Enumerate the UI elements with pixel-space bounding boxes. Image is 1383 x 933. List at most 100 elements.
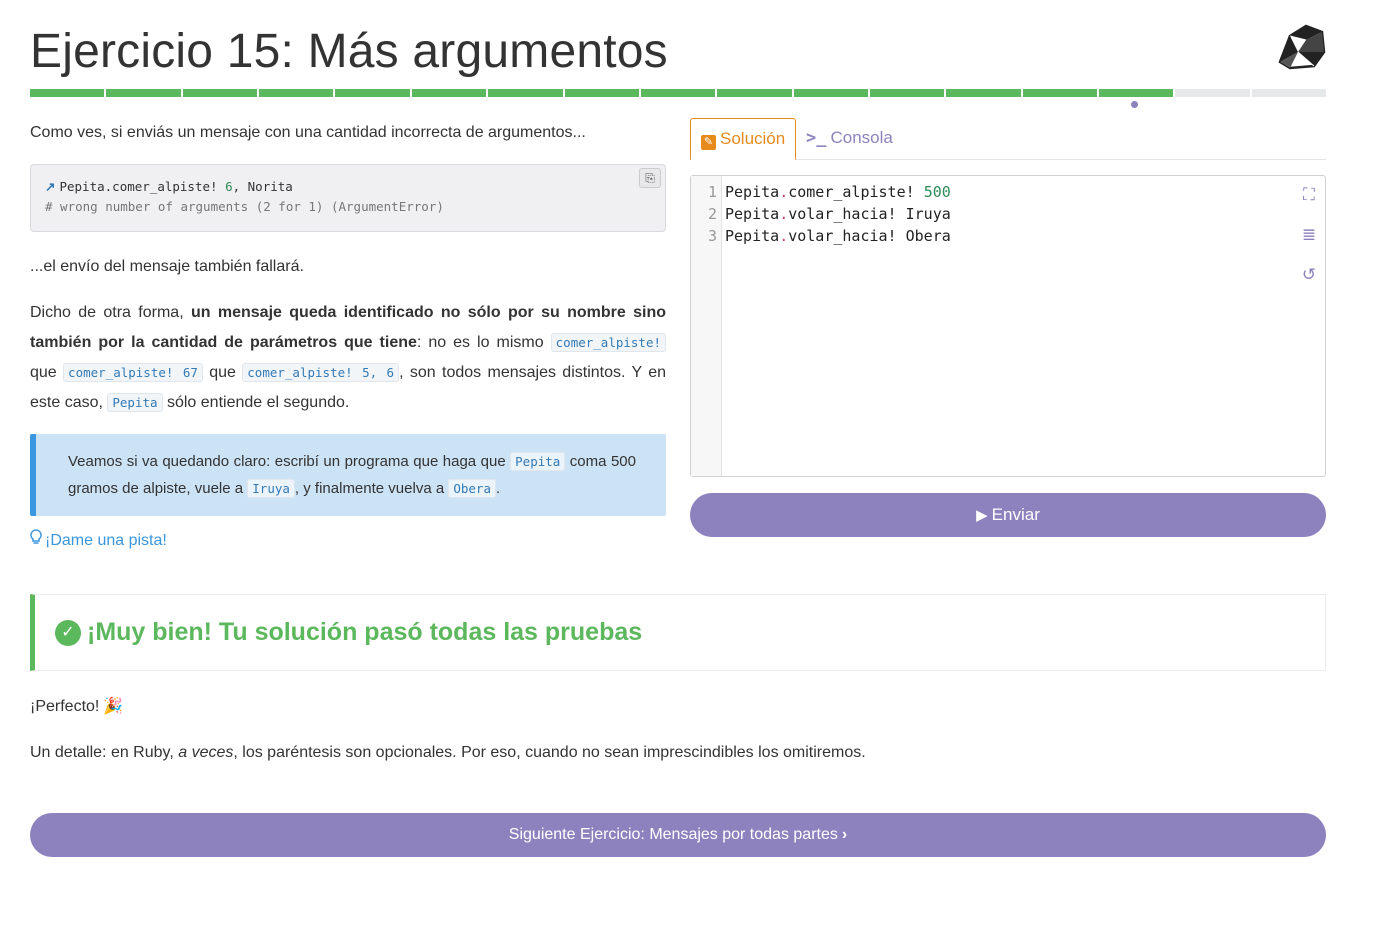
reset-icon[interactable]: ↺	[1299, 265, 1319, 285]
editor-line: 3 Pepita.volar_hacia! Obera	[691, 225, 1325, 247]
ruby-logo-icon	[1278, 24, 1326, 70]
perfect-text: ¡Perfecto! 🎉	[30, 692, 1326, 722]
emphasis-text: a veces	[178, 744, 234, 761]
progress-segment[interactable]	[946, 89, 1021, 97]
text: .	[495, 480, 501, 497]
line-code: Pepita.volar_hacia! Obera	[725, 225, 951, 247]
exercise-progress-bar	[30, 89, 1327, 97]
code-receiver: Pepita	[725, 227, 780, 245]
progress-segment[interactable]	[717, 89, 792, 97]
progress-segment[interactable]	[182, 89, 258, 97]
code-comment: # wrong number of arguments (2 for 1) (A…	[45, 199, 444, 214]
terminal-icon: >_	[806, 128, 827, 148]
editor-line: 1 Pepita.comer_alpiste! 500	[691, 181, 1325, 203]
code-receiver: Pepita	[725, 183, 780, 201]
format-indent-icon[interactable]: ≣	[1299, 225, 1319, 245]
code-dot: .	[779, 227, 789, 245]
progress-segment[interactable]	[1175, 89, 1250, 97]
text: , los paréntesis son opcionales. Por eso…	[233, 744, 866, 761]
copy-icon: ⎘	[645, 171, 655, 185]
explanation-paragraph: Dicho de otra forma, un mensaje queda id…	[30, 298, 666, 418]
tab-solution-label: Solución	[720, 129, 786, 148]
lightbulb-icon	[30, 528, 42, 554]
progress-segment[interactable]	[335, 89, 410, 97]
inline-code: Obera	[448, 479, 496, 498]
progress-segment[interactable]	[30, 89, 105, 97]
detail-text: Un detalle: en Ruby, a veces, los parént…	[30, 738, 1326, 768]
code-dot: .	[779, 183, 789, 201]
line-code: Pepita.comer_alpiste! 500	[725, 181, 951, 203]
text: que	[202, 364, 243, 381]
inline-code: Pepita	[107, 393, 163, 412]
progress-segment[interactable]	[1099, 89, 1174, 97]
progress-segment[interactable]	[1022, 89, 1098, 97]
chevron-right-icon: ›	[841, 826, 848, 843]
progress-segment[interactable]	[106, 89, 181, 97]
edit-icon: ✎	[701, 135, 716, 150]
progress-segment[interactable]	[640, 89, 716, 97]
line-number: 2	[707, 205, 717, 223]
intro-text: Como ves, si enviás un mensaje con una c…	[30, 124, 586, 141]
code-dot: .	[779, 205, 789, 223]
send-button-label: Enviar	[991, 505, 1040, 524]
next-exercise-label: Siguiente Ejercicio: Mensajes por todas …	[508, 826, 838, 843]
editor-tabs: ✎ Solución >_ Consola	[690, 118, 1326, 160]
code-receiver: Pepita	[59, 179, 105, 194]
ruby-small-icon: ↗	[45, 180, 56, 194]
code-message: comer_alpiste!	[788, 183, 924, 201]
text: , y finalmente vuelva a	[294, 480, 449, 497]
line-number: 1	[707, 183, 717, 201]
progress-segment[interactable]	[259, 89, 334, 97]
success-message: ¡Muy bien! Tu solución pasó todas las pr…	[87, 618, 643, 646]
text: Veamos si va quedando claro: escribí un …	[68, 453, 511, 470]
progress-segment[interactable]	[564, 89, 639, 97]
hint-label: ¡Dame una pista!	[45, 532, 167, 549]
next-exercise-button[interactable]: Siguiente Ejercicio: Mensajes por todas …	[30, 813, 1326, 857]
code-example: ↗ Pepita.comer_alpiste! 6, Norita # wrong…	[30, 164, 666, 232]
code-arg: Iruya	[905, 205, 951, 223]
code-message: volar_hacia!	[788, 205, 906, 223]
progress-segment[interactable]	[793, 89, 868, 97]
line-number: 3	[707, 227, 717, 245]
progress-segment[interactable]	[411, 89, 487, 97]
text: : no es lo mismo	[416, 334, 551, 351]
code-message: volar_hacia!	[788, 227, 906, 245]
text: que	[30, 364, 64, 381]
inline-code: Iruya	[247, 479, 295, 498]
fail-text: ...el envío del mensaje también fallará.	[30, 258, 304, 275]
code-arg: Norita	[247, 179, 293, 194]
progress-segment[interactable]	[869, 89, 945, 97]
inline-code: comer_alpiste!	[550, 333, 666, 352]
code-arg: 6	[225, 179, 233, 194]
success-banner: ✓ ¡Muy bien! Tu solución pasó todas las …	[30, 594, 1326, 671]
tab-solution[interactable]: ✎ Solución	[690, 118, 797, 160]
inline-code: Pepita	[510, 452, 566, 471]
inline-code: comer_alpiste! 67	[63, 363, 203, 382]
current-exercise-indicator	[1131, 101, 1138, 108]
inline-code: comer_alpiste! 5, 6	[242, 363, 400, 382]
progress-segment[interactable]	[488, 89, 563, 97]
text: sólo entiende el segundo.	[162, 394, 350, 411]
hint-link[interactable]: ¡Dame una pista!	[30, 528, 666, 554]
code-arg: Obera	[905, 227, 951, 245]
tab-console[interactable]: >_ Consola	[796, 118, 903, 160]
progress-segment[interactable]	[1251, 89, 1327, 97]
code-editor[interactable]: 1 Pepita.comer_alpiste! 500 2 Pepita.volar_…	[690, 175, 1326, 477]
text: Dicho de otra forma,	[30, 304, 191, 321]
editor-line: 2 Pepita.volar_hacia! Iruya	[691, 203, 1325, 225]
page-title: Ejercicio 15: Más argumentos	[30, 25, 668, 78]
copy-code-button[interactable]: ⎘	[639, 168, 661, 188]
check-circle-icon: ✓	[55, 620, 81, 646]
feedback-section: ¡Perfecto! 🎉 Un detalle: en Ruby, a veces…	[30, 692, 1326, 784]
send-button[interactable]: ▶ Enviar	[690, 493, 1326, 537]
party-popper-icon: 🎉	[103, 698, 124, 715]
code-separator: ,	[232, 179, 248, 194]
text: Un detalle: en Ruby,	[30, 744, 179, 761]
fullscreen-icon[interactable]: ⛶	[1299, 185, 1319, 205]
exercise-description: Como ves, si enviás un mensaje con una c…	[30, 118, 666, 554]
tab-console-label: Consola	[830, 128, 893, 147]
line-code: Pepita.volar_hacia! Iruya	[725, 203, 951, 225]
code-arg: 500	[923, 183, 951, 201]
play-icon: ▶	[976, 507, 988, 524]
code-message: .comer_alpiste!	[104, 179, 226, 194]
